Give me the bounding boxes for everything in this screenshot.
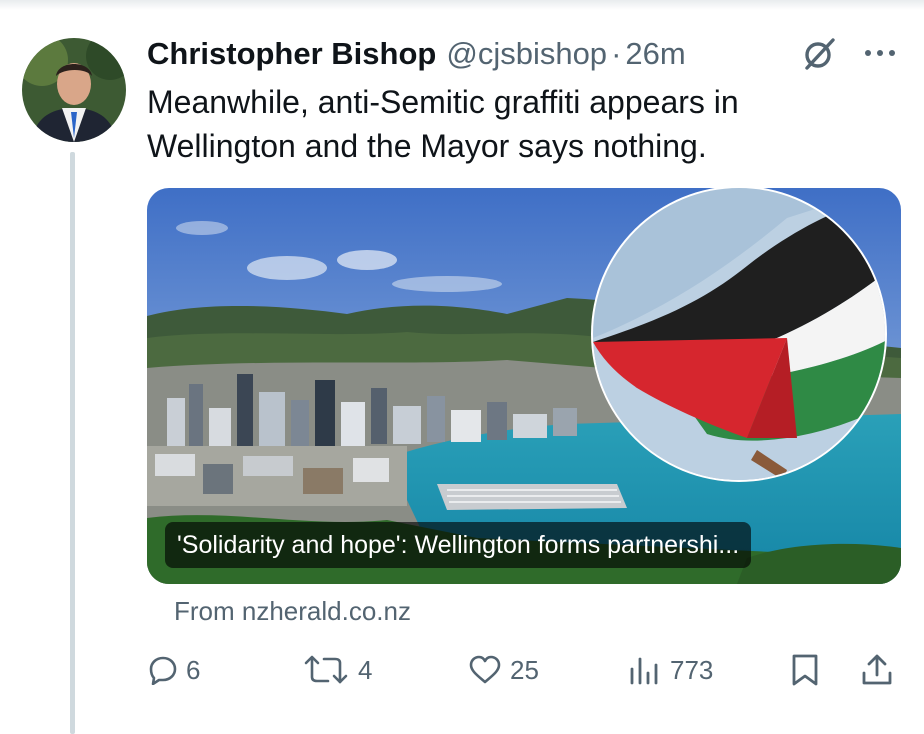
- bookmark-button[interactable]: [790, 648, 820, 692]
- like-count: 25: [510, 654, 539, 685]
- separator-dot: ·: [611, 36, 622, 71]
- more-options-icon[interactable]: [862, 38, 898, 68]
- repost-icon: [304, 655, 348, 684]
- thread-line: [70, 152, 75, 734]
- views-icon: [630, 657, 658, 685]
- avatar-image: [22, 38, 126, 142]
- views-button[interactable]: 773: [628, 648, 713, 692]
- author-avatar[interactable]: [22, 38, 126, 142]
- bookmark-icon: [792, 654, 818, 686]
- previous-tweet-edge: [0, 0, 924, 10]
- card-source[interactable]: From nzherald.co.nz: [174, 596, 411, 627]
- heart-icon: [469, 655, 501, 684]
- share-button[interactable]: [860, 648, 894, 692]
- view-count: 773: [670, 654, 714, 685]
- author-name[interactable]: Christopher Bishop: [147, 36, 436, 72]
- author-handle[interactable]: @cjsbishop: [446, 36, 607, 72]
- tweet-text: Meanwhile, anti-Semitic graffiti appears…: [147, 84, 739, 164]
- repost-button[interactable]: 4: [302, 648, 372, 692]
- reply-count: 6: [186, 654, 201, 685]
- tweet-header: Christopher Bishop @cjsbishop · 26m: [147, 34, 907, 74]
- tweet-timestamp[interactable]: 26m: [625, 36, 685, 72]
- link-card[interactable]: 'Solidarity and hope': Wellington forms …: [147, 188, 901, 584]
- reply-icon: [149, 656, 177, 685]
- reply-button[interactable]: 6: [148, 648, 200, 692]
- share-icon: [862, 654, 892, 685]
- grok-icon[interactable]: [801, 36, 837, 72]
- like-button[interactable]: 25: [468, 648, 539, 692]
- repost-count: 4: [358, 654, 373, 685]
- card-headline[interactable]: 'Solidarity and hope': Wellington forms …: [165, 522, 752, 568]
